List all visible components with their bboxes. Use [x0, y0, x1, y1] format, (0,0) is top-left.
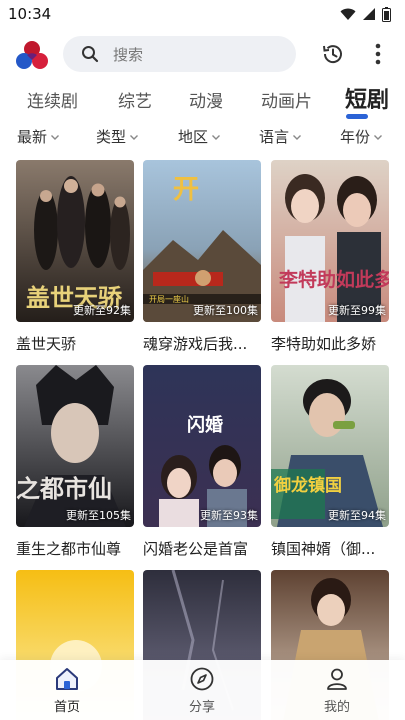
poster-image: 盖世天骄 更新至92集 [16, 160, 134, 322]
filter-label: 最新 [17, 128, 48, 146]
svg-text:开: 开 [173, 175, 199, 205]
filter-label: 年份 [340, 128, 371, 146]
wifi-icon [340, 8, 356, 20]
card-title: 闪婚老公是首富 [143, 540, 249, 558]
poster-title-art: 御龙镇国 [273, 475, 342, 496]
tab-variety[interactable]: 综艺 [118, 87, 152, 112]
active-tab-indicator [346, 114, 368, 119]
tab-short-drama[interactable]: 短剧 [345, 82, 389, 114]
status-icons [340, 6, 391, 22]
chevron-down-icon [51, 134, 60, 140]
poster-image: 开 开局一座山 更新至100集 [143, 160, 261, 322]
nav-home[interactable]: 首页 [27, 666, 107, 715]
filter-latest[interactable]: 最新 [17, 126, 60, 147]
filter-label: 地区 [178, 128, 209, 146]
poster-title-art: 开局一座山 [149, 294, 189, 304]
signal-icon [363, 7, 375, 20]
user-icon [327, 668, 347, 690]
drama-card[interactable]: 盖世天骄 更新至92集 盖世天骄 [16, 160, 134, 354]
filter-type[interactable]: 类型 [96, 126, 139, 147]
nav-share[interactable]: 分享 [162, 666, 242, 715]
filter-region[interactable]: 地区 [178, 126, 221, 147]
episode-badge: 更新至94集 [328, 509, 386, 522]
filter-year[interactable]: 年份 [340, 126, 383, 147]
status-time: 10:34 [8, 5, 52, 23]
more-vertical-icon[interactable] [368, 42, 388, 66]
poster-image: 之都市仙 更新至105集 [16, 365, 134, 527]
tab-anime[interactable]: 动漫 [189, 87, 223, 112]
filter-bar: 最新 类型 地区 语言 年份 [0, 126, 405, 150]
chevron-down-icon [374, 134, 383, 140]
filter-language[interactable]: 语言 [259, 126, 302, 147]
nav-label: 我的 [323, 700, 350, 715]
poster-title-art: 之都市仙 [16, 474, 112, 503]
drama-card[interactable]: 李特助如此多娇 更新至99集 李特助如此多娇 [271, 160, 389, 354]
card-title: 盖世天骄 [16, 335, 77, 353]
drama-card[interactable]: 开 开局一座山 更新至100集 魂穿游戏后我... [143, 160, 261, 354]
filter-label: 语言 [259, 128, 290, 146]
app-logo[interactable] [15, 40, 49, 70]
search-icon [82, 46, 99, 63]
card-title: 李特助如此多娇 [271, 335, 377, 353]
tab-series[interactable]: 连续剧 [27, 87, 78, 112]
card-title: 重生之都市仙尊 [16, 540, 122, 558]
status-bar: 10:34 [0, 0, 405, 28]
category-tabs: 连续剧 综艺 动漫 动画片 短剧 [0, 84, 405, 116]
nav-label: 分享 [188, 700, 215, 715]
drama-card[interactable]: 闪婚 更新至93集 闪婚老公是首富 [143, 365, 261, 559]
poster-image: 李特助如此多娇 更新至99集 [271, 160, 389, 322]
episode-badge: 更新至105集 [66, 509, 131, 522]
nav-profile[interactable]: 我的 [297, 666, 377, 715]
poster-image: 御龙镇国 更新至94集 [271, 365, 389, 527]
tab-cartoon[interactable]: 动画片 [261, 87, 312, 112]
search-placeholder: 搜索 [113, 45, 144, 64]
chevron-down-icon [130, 134, 139, 140]
filter-label: 类型 [96, 128, 127, 146]
search-input[interactable]: 搜索 [63, 36, 296, 72]
episode-badge: 更新至93集 [200, 509, 258, 522]
top-bar: 搜索 [0, 34, 405, 74]
drama-card[interactable]: 御龙镇国 更新至94集 镇国神婿（御... [271, 365, 389, 559]
chevron-down-icon [293, 134, 302, 140]
episode-badge: 更新至92集 [73, 304, 131, 317]
battery-icon [382, 6, 391, 22]
home-icon [56, 668, 78, 690]
chevron-down-icon [212, 134, 221, 140]
nav-label: 首页 [53, 700, 80, 715]
episode-badge: 更新至100集 [193, 304, 258, 317]
bottom-nav: 首页 分享 我的 [0, 660, 405, 720]
poster-title-art: 闪婚 [187, 414, 223, 436]
compass-icon [190, 667, 214, 691]
poster-title-art: 李特助如此多娇 [278, 268, 389, 291]
episode-badge: 更新至99集 [328, 304, 386, 317]
poster-image: 闪婚 更新至93集 [143, 365, 261, 527]
card-title: 魂穿游戏后我... [143, 335, 248, 353]
history-icon[interactable] [321, 42, 345, 66]
drama-card[interactable]: 之都市仙 更新至105集 重生之都市仙尊 [16, 365, 134, 559]
card-title: 镇国神婿（御... [271, 540, 376, 558]
